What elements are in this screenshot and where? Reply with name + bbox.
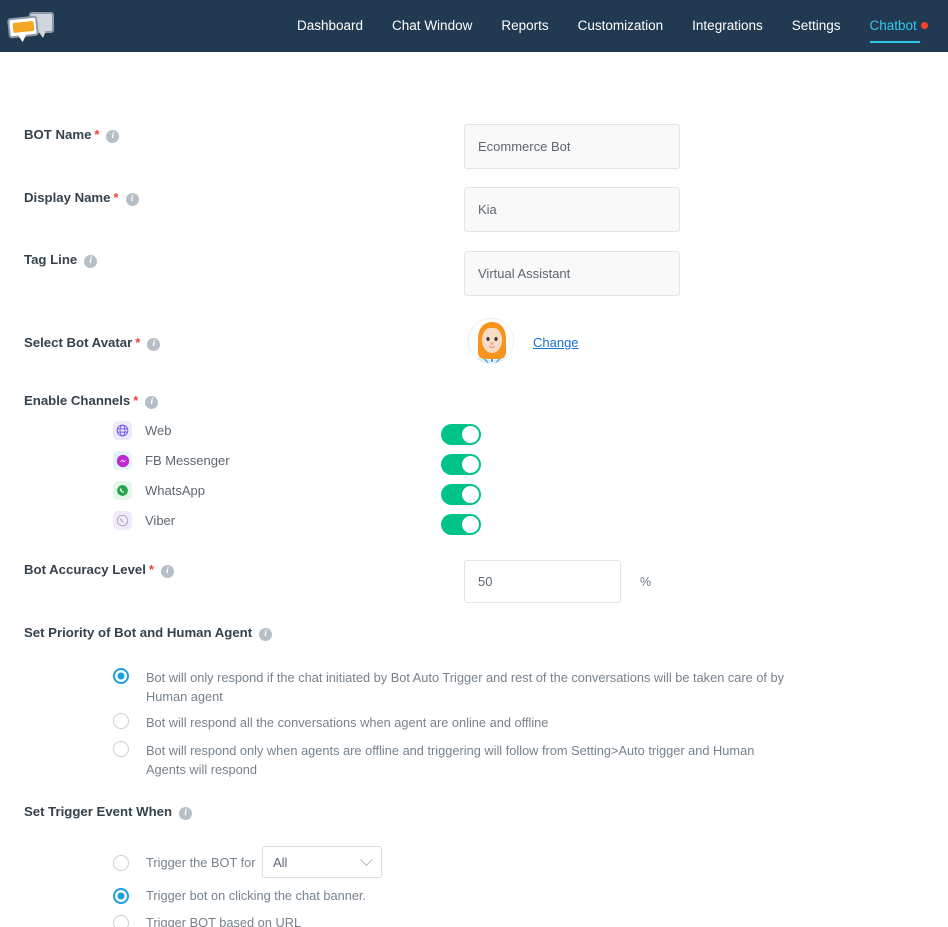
nav-item-dashboard-label: Dashboard	[297, 18, 364, 33]
nav-item-settings[interactable]: Settings	[792, 0, 841, 52]
display-name-input[interactable]: Kia	[464, 187, 680, 232]
info-icon[interactable]: i	[84, 255, 98, 268]
toggle-knob	[462, 516, 479, 533]
enable-channels-label: Enable Channels	[24, 393, 131, 408]
nav-item-customization[interactable]: Customization	[578, 0, 664, 52]
avatar-required-mark: *	[135, 335, 141, 350]
info-icon[interactable]: i	[147, 338, 161, 351]
channel-row-fb-messenger: FB Messenger	[113, 451, 230, 470]
info-icon[interactable]: i	[106, 130, 120, 143]
toggle-viber[interactable]	[441, 514, 481, 535]
trigger-radio-0[interactable]	[113, 854, 129, 871]
change-avatar-link[interactable]: Change	[533, 335, 579, 350]
priority-radio-1[interactable]	[113, 713, 129, 729]
trigger-target-dropdown[interactable]: All	[262, 846, 382, 878]
display-name-required-mark: *	[113, 190, 119, 205]
top-navigation-bar: Dashboard Chat Window Reports Customizat…	[0, 0, 948, 52]
toggle-whatsapp[interactable]	[441, 484, 481, 505]
chevron-down-icon	[360, 852, 373, 866]
priority-option-1[interactable]: Bot will respond all the conversations w…	[113, 713, 803, 732]
avatar-illustration-icon	[469, 319, 513, 363]
display-name-label: Display Name	[24, 190, 111, 205]
nav-item-integrations[interactable]: Integrations	[692, 0, 763, 52]
logo-bubble-front	[7, 15, 39, 39]
info-icon[interactable]: i	[160, 565, 174, 578]
priority-option-0-label: Bot will only respond if the chat initia…	[146, 670, 785, 704]
toggle-fb-messenger[interactable]	[441, 454, 481, 475]
channel-label-whatsapp: WhatsApp	[145, 483, 205, 498]
set-trigger-event-label: Set Trigger Event When	[24, 804, 173, 819]
nav-item-chat-window-label: Chat Window	[392, 18, 473, 33]
avatar[interactable]	[468, 318, 514, 364]
trigger-target-dropdown-value: All	[273, 854, 288, 870]
nav-item-customization-label: Customization	[577, 18, 664, 33]
bot-accuracy-level-label: Bot Accuracy Level	[24, 562, 146, 577]
trigger-option-1-label: Trigger bot on clicking the chat banner.	[146, 888, 367, 903]
priority-option-2[interactable]: Bot will respond only when agents are of…	[113, 741, 803, 779]
logo-bubble-fill	[12, 20, 35, 34]
trigger-option-0-label: Trigger the BOT for	[146, 855, 256, 870]
trigger-radio-1[interactable]	[113, 887, 129, 904]
chatbot-settings-form: BOT Name * i Ecommerce Bot Display Name * i …	[0, 52, 948, 927]
bot-name-input[interactable]: Ecommerce Bot	[464, 124, 680, 169]
toggle-web[interactable]	[441, 424, 481, 445]
info-icon[interactable]: i	[259, 628, 273, 641]
priority-option-0[interactable]: Bot will only respond if the chat initia…	[113, 668, 803, 706]
whatsapp-icon	[113, 481, 132, 500]
toggle-knob	[462, 486, 479, 503]
nav-item-dashboard[interactable]: Dashboard	[297, 0, 363, 52]
nav-item-chatbot[interactable]: Chatbot	[869, 0, 928, 52]
viber-icon	[113, 511, 132, 530]
nav-item-chat-window[interactable]: Chat Window	[392, 0, 472, 52]
chatbot-status-dot-icon	[920, 21, 928, 29]
channel-label-fb-messenger: FB Messenger	[145, 453, 230, 468]
accuracy-required-mark: *	[148, 562, 154, 577]
tag-line-label: Tag Line	[24, 252, 78, 267]
nav-item-settings-label: Settings	[791, 18, 841, 33]
messenger-icon	[113, 451, 132, 470]
info-icon[interactable]: i	[125, 193, 139, 206]
channel-label-web: Web	[145, 423, 172, 438]
globe-icon	[113, 421, 132, 440]
trigger-radio-2[interactable]	[113, 914, 129, 927]
trigger-option-1[interactable]: Trigger bot on clicking the chat banner.	[113, 886, 366, 905]
toggle-knob	[462, 426, 479, 443]
channel-row-web: Web	[113, 421, 172, 440]
channel-label-viber: Viber	[145, 513, 176, 528]
set-priority-label: Set Priority of Bot and Human Agent	[24, 625, 253, 640]
trigger-option-2[interactable]: Trigger BOT based on URL	[113, 913, 301, 927]
priority-option-1-label: Bot will respond all the conversations w…	[146, 715, 549, 730]
bot-name-required-mark: *	[94, 127, 100, 142]
chat-bubbles-logo[interactable]	[7, 9, 54, 43]
channel-row-viber: Viber	[113, 511, 175, 530]
enable-channels-required-mark: *	[133, 393, 139, 408]
trigger-option-2-label: Trigger BOT based on URL	[146, 915, 302, 927]
nav-active-underline	[869, 41, 920, 43]
nav-item-integrations-label: Integrations	[692, 18, 763, 33]
bot-accuracy-input[interactable]: 50	[464, 560, 621, 603]
nav-items: Dashboard Chat Window Reports Customizat…	[297, 0, 928, 52]
select-bot-avatar-label: Select Bot Avatar	[24, 335, 133, 350]
accuracy-unit-label: %	[640, 575, 652, 589]
tag-line-input[interactable]: Virtual Assistant	[464, 251, 680, 296]
nav-item-chatbot-label: Chatbot	[869, 18, 917, 33]
info-icon[interactable]: i	[145, 396, 159, 409]
bot-name-label: BOT Name	[24, 127, 92, 142]
info-icon[interactable]: i	[179, 807, 193, 820]
nav-item-reports[interactable]: Reports	[501, 0, 548, 52]
trigger-option-0[interactable]: Trigger the BOT for	[113, 853, 256, 872]
priority-radio-0[interactable]	[113, 668, 129, 684]
priority-option-2-label: Bot will respond only when agents are of…	[146, 743, 755, 777]
toggle-knob	[462, 456, 479, 473]
channel-row-whatsapp: WhatsApp	[113, 481, 205, 500]
nav-item-reports-label: Reports	[501, 18, 549, 33]
priority-radio-2[interactable]	[113, 741, 129, 757]
